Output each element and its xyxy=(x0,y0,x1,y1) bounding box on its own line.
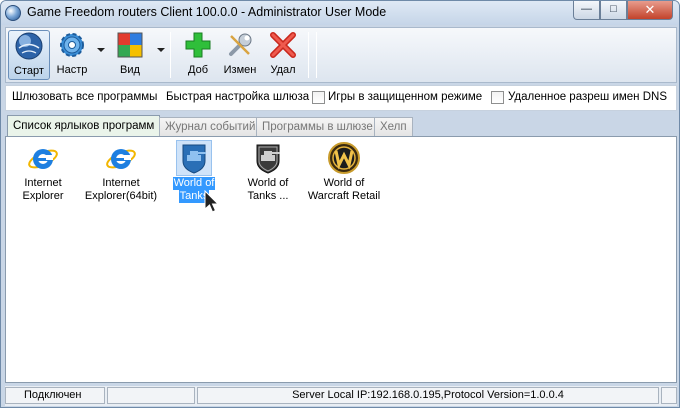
shortcut-item[interactable]: Internet Explorer xyxy=(7,141,79,203)
remote-dns-label: Удаленное разреш имен DNS xyxy=(508,91,668,103)
shortcut-name: World of xyxy=(323,177,365,189)
world-of-warcraft-icon xyxy=(328,142,360,174)
edit-label: Измен xyxy=(223,64,257,76)
maximize-button[interactable]: □ xyxy=(600,1,627,20)
shortcut-name: World of xyxy=(247,177,289,189)
shortcut-list: Internet Explorer Internet Explorer(64bi… xyxy=(5,136,677,383)
shortcut-name: World of xyxy=(172,177,216,190)
gear-icon xyxy=(60,33,84,57)
connection-status: Подключен xyxy=(5,387,105,404)
shortcut-item[interactable]: Internet Explorer(64bit) xyxy=(83,141,159,203)
toolbar-separator xyxy=(170,32,171,78)
world-of-tanks-icon xyxy=(256,144,280,174)
start-label: Старт xyxy=(14,65,44,77)
delete-button[interactable]: Удал xyxy=(264,30,302,80)
internet-explorer-icon xyxy=(106,149,136,169)
minimize-button[interactable]: — xyxy=(573,1,600,20)
edit-button[interactable]: Измен xyxy=(220,30,260,80)
wrench-icon xyxy=(229,33,252,56)
window-title: Game Freedom routers Client 100.0.0 - Ad… xyxy=(27,5,387,19)
tab-shortcuts[interactable]: Список ярлыков программ xyxy=(7,115,161,137)
shortcut-name: Explorer(64bit) xyxy=(84,190,158,202)
settings-label: Настр xyxy=(56,64,88,76)
protected-mode-label: Игры в защищенном режиме xyxy=(328,91,483,103)
status-empty-cell xyxy=(107,387,195,404)
options-bar: Шлюзовать все программы Быстрая настройк… xyxy=(5,85,677,111)
remote-dns-checkbox[interactable] xyxy=(491,91,504,104)
shortcut-name: Explorer xyxy=(22,190,64,202)
world-of-tanks-blue-icon xyxy=(176,140,212,176)
shortcut-item[interactable]: World of Tanks ... xyxy=(232,141,304,203)
tab-strip: Список ярлыков программ Журнал событий П… xyxy=(5,115,677,137)
chevron-down-icon[interactable] xyxy=(157,48,165,52)
shortcut-name: Warcraft Retail xyxy=(307,190,381,202)
toolbar-separator xyxy=(316,32,317,78)
tab-event-log[interactable]: Журнал событий xyxy=(159,117,262,137)
shortcut-name: Internet xyxy=(102,177,140,189)
quick-setup-button[interactable]: Быстрая настройка шлюза xyxy=(166,91,309,103)
toolbar-separator xyxy=(308,32,309,78)
internet-explorer-icon xyxy=(28,149,58,169)
delete-label: Удал xyxy=(270,64,296,76)
delete-x-icon xyxy=(270,32,296,58)
server-info: Server Local IP:192.168.0.195,Protocol V… xyxy=(197,387,659,404)
globe-icon xyxy=(15,32,43,60)
globe-icon xyxy=(5,5,21,21)
add-button[interactable]: Доб xyxy=(178,30,218,80)
view-grid-icon xyxy=(117,32,143,58)
mouse-cursor-icon xyxy=(204,190,220,213)
add-label: Доб xyxy=(188,64,208,76)
chevron-down-icon[interactable] xyxy=(97,48,105,52)
shortcut-name: Internet xyxy=(24,177,62,189)
status-bar: Подключен Server Local IP:192.168.0.195,… xyxy=(5,386,677,406)
view-label: Вид xyxy=(120,64,140,76)
start-button[interactable]: Старт xyxy=(8,30,50,80)
tab-help[interactable]: Хелп xyxy=(374,117,413,137)
plus-icon xyxy=(185,32,211,58)
shortcut-name: Tanks ... xyxy=(247,190,289,202)
resize-grip[interactable] xyxy=(661,387,677,404)
toolbar: Старт Настр Вид Доб Измен Удал xyxy=(5,27,677,83)
title-bar[interactable]: Game Freedom routers Client 100.0.0 - Ad… xyxy=(1,1,679,25)
shortcut-item[interactable]: World of Warcraft Retail xyxy=(302,141,386,203)
tab-gateway-programs[interactable]: Программы в шлюзе xyxy=(256,117,379,137)
view-button[interactable]: Вид xyxy=(110,30,150,80)
settings-button[interactable]: Настр xyxy=(52,30,92,80)
protected-mode-checkbox[interactable] xyxy=(312,91,325,104)
close-button[interactable]: ✕ xyxy=(627,1,673,20)
gateway-all-toggle[interactable]: Шлюзовать все программы xyxy=(12,91,157,103)
app-window: Game Freedom routers Client 100.0.0 - Ad… xyxy=(0,0,680,408)
